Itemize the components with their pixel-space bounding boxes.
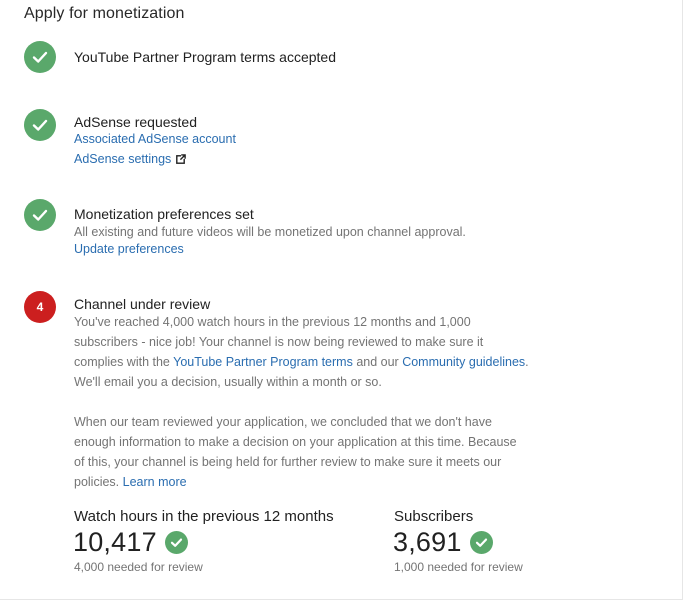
adsense-settings-label: AdSense settings: [74, 152, 172, 166]
step-title: AdSense requested: [74, 114, 197, 130]
adsense-settings-link[interactable]: AdSense settings: [74, 152, 187, 167]
metric-requirement: 1,000 needed for review: [394, 560, 523, 574]
review-text-line: enough information to make a decision on…: [74, 435, 517, 449]
metric-label: Watch hours in the previous 12 months: [74, 508, 334, 525]
review-text-line: complies with the YouTube Partner Progra…: [74, 352, 529, 372]
update-preferences-link[interactable]: Update preferences: [74, 242, 184, 256]
review-text-line: subscribers - nice job! Your channel is …: [74, 335, 484, 349]
review-text-line: When our team reviewed your application,…: [74, 415, 492, 429]
review-text: complies with the: [74, 355, 174, 369]
metric-value: 10,417: [73, 527, 157, 557]
step-title: Channel under review: [74, 296, 211, 312]
page-title: Apply for monetization: [24, 5, 185, 22]
step-title: Monetization preferences set: [74, 206, 254, 222]
review-text-line: policies. Learn more: [74, 472, 187, 492]
review-text: and our: [352, 355, 403, 369]
review-text-line: You've reached 4,000 watch hours in the …: [74, 315, 471, 329]
external-link-icon: [176, 153, 187, 167]
metric-value: 3,691: [393, 527, 462, 557]
review-text-line: We'll email you a decision, usually with…: [74, 375, 382, 389]
learn-more-link[interactable]: Learn more: [123, 475, 187, 489]
partner-program-terms-link[interactable]: YouTube Partner Program terms: [173, 355, 353, 369]
step-number-badge: 4: [24, 291, 56, 323]
review-text: .: [525, 355, 529, 369]
check-icon: [24, 109, 56, 141]
metric-label: Subscribers: [394, 508, 474, 525]
review-text: policies.: [74, 475, 123, 489]
check-icon: [470, 531, 493, 554]
associated-adsense-account-link[interactable]: Associated AdSense account: [74, 132, 236, 146]
step-description: All existing and future videos will be m…: [74, 225, 466, 239]
step-title: YouTube Partner Program terms accepted: [74, 49, 336, 65]
metric-requirement: 4,000 needed for review: [74, 560, 203, 574]
check-icon: [24, 199, 56, 231]
check-icon: [165, 531, 188, 554]
check-icon: [24, 41, 56, 73]
review-text-line: of this, your channel is being held for …: [74, 455, 502, 469]
community-guidelines-link[interactable]: Community guidelines: [402, 355, 525, 369]
